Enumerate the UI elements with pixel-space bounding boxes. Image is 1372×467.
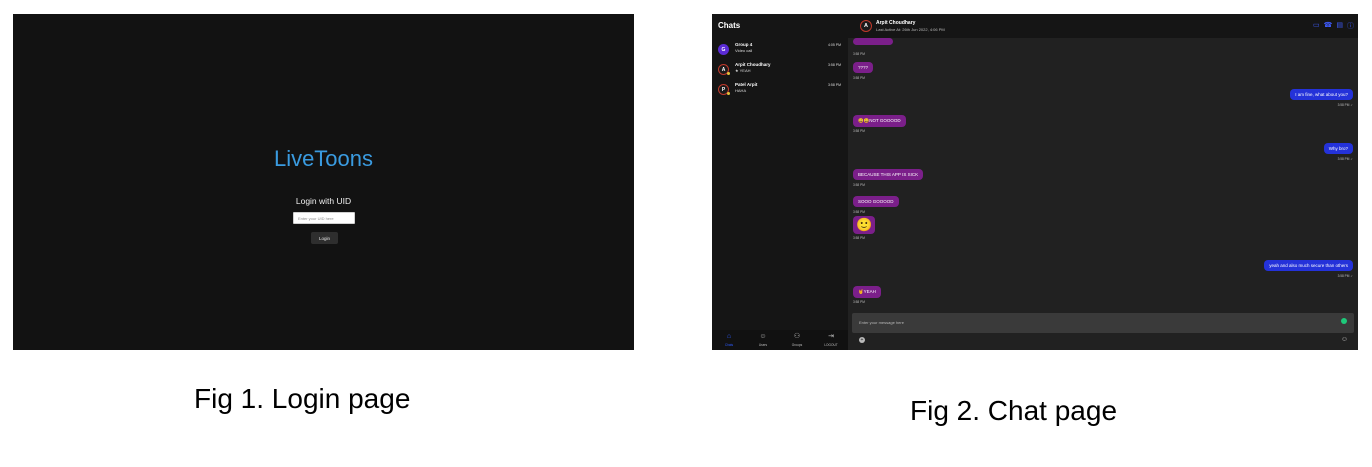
message: SOOO GOOOOD 3:58 PM xyxy=(853,190,899,214)
send-icon[interactable] xyxy=(1341,318,1347,324)
user-icon: ☺ xyxy=(759,333,767,340)
uid-input[interactable] xyxy=(293,212,355,224)
login-screenshot: LiveToons Login with UID Login xyxy=(13,14,634,350)
message-composer[interactable]: Enter your message here xyxy=(852,313,1354,333)
figure-1-caption: Fig 1. Login page xyxy=(194,383,411,414)
message-bubble: ???? xyxy=(853,62,874,73)
message: BECAUSE THIS APP IS SICK 3:58 PM xyxy=(853,163,924,187)
nav-chats[interactable]: ⌂ Chats xyxy=(712,330,746,350)
conversation-time: 3:58 PM xyxy=(827,63,841,67)
sidebar-title: Chats xyxy=(718,21,741,30)
info-icon[interactable]: ⓘ xyxy=(1347,21,1354,31)
online-status-dot xyxy=(727,72,730,75)
message-bubble: 😀😀NOT GOOOOD xyxy=(853,115,906,127)
nav-label: Chats xyxy=(724,343,734,347)
message-bubble: Why bro? xyxy=(1323,143,1353,154)
conversation-last-message: HAHA xyxy=(735,88,747,93)
message: ???? 3:58 PM xyxy=(853,56,874,80)
attach-icon[interactable]: + xyxy=(859,337,865,343)
message: 3:58 PM xyxy=(853,32,893,56)
message-bubble: yeah and also much secure than others xyxy=(1264,260,1353,271)
message-bubble xyxy=(853,38,893,45)
conversation-item[interactable]: A Arpit Choudhary ★ YEAH 3:58 PM xyxy=(712,61,848,81)
nav-label: LOGOUT xyxy=(824,343,838,347)
message-bubble: I am fine, what about you? xyxy=(1290,89,1353,100)
logout-icon: ⇥ xyxy=(828,333,834,340)
home-icon: ⌂ xyxy=(726,333,732,340)
conversation-item[interactable]: G Group 4 Video call 4:05 PM xyxy=(712,41,848,61)
message-time: 3:58 PM ✓ xyxy=(1337,157,1353,161)
conversation-item[interactable]: P Patel Arpit HAHA 3:58 PM xyxy=(712,81,848,101)
contact-name: Arpit Choudhary xyxy=(876,20,916,26)
message: 🤘YEAH 3:58 PM xyxy=(853,280,881,304)
chat-sidebar: Chats G Group 4 Video call 4:05 PM A Arp… xyxy=(712,14,848,350)
figure-2-caption: Fig 2. Chat page xyxy=(910,395,1118,426)
composer-toolbar: + ☺ xyxy=(852,334,1354,348)
storage-icon[interactable]: ▤ xyxy=(1336,21,1343,31)
online-status-dot xyxy=(727,92,730,95)
bottom-nav: ⌂ Chats ☺ Users ⚇ Groups ⇥ LOGOUT xyxy=(712,330,848,350)
message: I am fine, what about you? 3:58 PM ✓ xyxy=(1290,83,1353,107)
conversation-name: Group 4 xyxy=(735,42,753,47)
nav-logout[interactable]: ⇥ LOGOUT xyxy=(814,330,848,350)
nav-users[interactable]: ☺ Users xyxy=(746,330,780,350)
message: Why bro? 3:58 PM ✓ xyxy=(1323,137,1353,161)
message: 🙂 3:58 PM xyxy=(853,216,876,240)
message-time: 3:58 PM xyxy=(853,236,865,240)
message-bubble: BECAUSE THIS APP IS SICK xyxy=(853,169,924,180)
message-time: 3:58 PM xyxy=(853,210,865,214)
message: yeah and also much secure than others 3:… xyxy=(1264,254,1353,278)
avatar: G xyxy=(718,44,729,55)
message: 😀😀NOT GOOOOD 3:58 PM xyxy=(853,109,906,133)
message-list: 3:58 PM ???? 3:58 PM I am fine, what abo… xyxy=(848,38,1358,312)
message-time: 3:58 PM xyxy=(853,183,865,187)
conversation-name: Arpit Choudhary xyxy=(735,62,771,67)
conversation-last-message: ★ YEAH xyxy=(735,68,751,73)
phone-icon[interactable]: ☎ xyxy=(1324,21,1333,31)
chat-screenshot: Chats G Group 4 Video call 4:05 PM A Arp… xyxy=(712,14,1358,350)
nav-label: Groups xyxy=(791,343,803,347)
nav-label: Users xyxy=(758,343,768,347)
message-time: 3:58 PM ✓ xyxy=(1337,103,1353,107)
message-bubble: 🙂 xyxy=(853,216,876,234)
video-call-icon[interactable]: ▭ xyxy=(1313,21,1320,31)
conversation-time: 4:05 PM xyxy=(827,43,841,47)
message-bubble: 🤘YEAH xyxy=(853,286,881,298)
conversation-name: Patel Arpit xyxy=(735,82,758,87)
message-time: 3:58 PM xyxy=(853,300,865,304)
avatar: A xyxy=(860,20,872,32)
chat-header: A Arpit Choudhary Last Active At: 26th J… xyxy=(848,14,1358,38)
message-time: 3:58 PM ✓ xyxy=(1337,274,1353,278)
message-time: 3:58 PM xyxy=(853,76,865,80)
header-actions: ▭ ☎ ▤ ⓘ xyxy=(1313,21,1354,31)
message-bubble: SOOO GOOOOD xyxy=(853,196,899,207)
login-title: Login with UID xyxy=(295,196,352,206)
message-input[interactable]: Enter your message here xyxy=(859,320,904,325)
app-brand: LiveToons xyxy=(273,146,374,171)
conversation-last-message: Video call xyxy=(735,48,753,53)
nav-groups[interactable]: ⚇ Groups xyxy=(780,330,814,350)
emoji-icon[interactable]: ☺ xyxy=(1341,336,1348,343)
conversation-time: 3:58 PM xyxy=(827,83,841,87)
login-button[interactable]: Login xyxy=(311,232,338,244)
group-icon: ⚇ xyxy=(793,333,801,340)
message-time: 3:58 PM xyxy=(853,129,865,133)
